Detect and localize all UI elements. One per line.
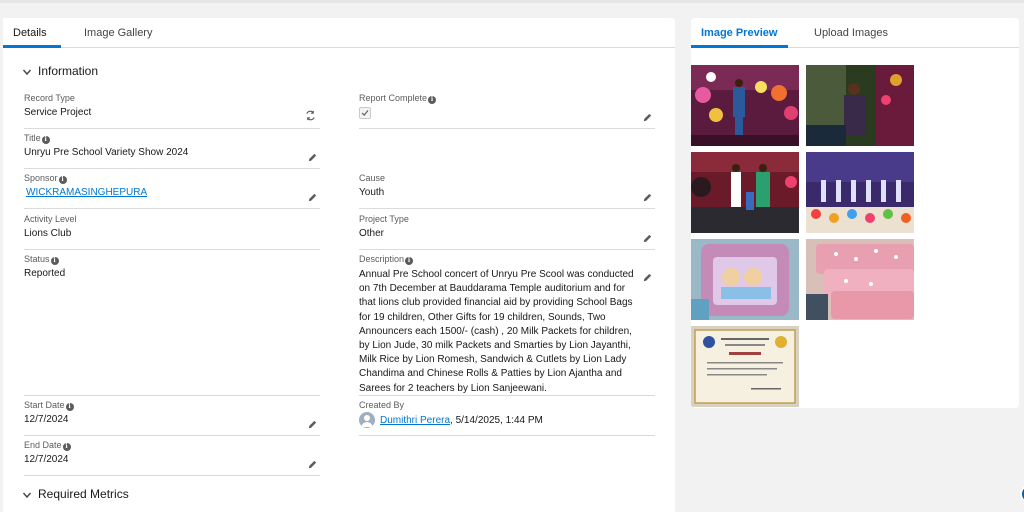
pencil-icon[interactable] bbox=[307, 459, 318, 470]
report-complete-label-text: Report Complete bbox=[359, 93, 428, 103]
field-description: Description i Annual Pre School concert o… bbox=[359, 254, 655, 396]
tab-upload-images[interactable]: Upload Images bbox=[814, 18, 888, 48]
description-value: Annual Pre School concert of Unryu Pre S… bbox=[359, 269, 634, 394]
info-icon[interactable]: i bbox=[58, 176, 67, 184]
end-date-value: 12/7/2024 bbox=[24, 454, 69, 465]
details-card: Details Image Gallery Information Record… bbox=[3, 18, 675, 512]
field-title: Title i Unryu Pre School Variety Show 202… bbox=[24, 133, 320, 169]
tab-image-preview[interactable]: Image Preview bbox=[701, 18, 777, 48]
info-icon[interactable]: i bbox=[65, 403, 74, 411]
info-icon[interactable]: i bbox=[428, 96, 437, 104]
field-sponsor: Sponsor i WICKRAMASINGHEPURA bbox=[24, 173, 320, 209]
project-type-label: Project Type bbox=[359, 214, 409, 224]
pencil-icon[interactable] bbox=[642, 112, 653, 123]
top-strip bbox=[0, 0, 1024, 3]
report-complete-label: Report Complete i bbox=[359, 93, 437, 104]
pencil-icon[interactable] bbox=[307, 152, 318, 163]
created-by-label: Created By bbox=[359, 400, 405, 410]
section-information-header[interactable]: Information bbox=[22, 61, 98, 81]
cause-label: Cause bbox=[359, 173, 386, 183]
description-label-text: Description bbox=[359, 254, 405, 264]
field-cause: Cause Youth bbox=[359, 173, 655, 209]
start-date-label-text: Start Date bbox=[24, 400, 65, 410]
info-icon[interactable]: i bbox=[41, 136, 50, 144]
pencil-icon[interactable] bbox=[307, 192, 318, 203]
image-tabs: Image Preview Upload Images bbox=[691, 18, 1019, 48]
field-record-type: Record Type Service Project bbox=[24, 93, 320, 129]
section-information-title: Information bbox=[38, 64, 99, 78]
status-value: Reported bbox=[24, 268, 66, 279]
field-project-type: Project Type Other bbox=[359, 214, 655, 250]
project-type-value: Other bbox=[359, 228, 385, 239]
field-created-by: Created By Dumithri Perera, 5/14/2025, 1… bbox=[359, 400, 655, 436]
start-date-label: Start Date i bbox=[24, 400, 74, 411]
active-tab-indicator bbox=[691, 45, 788, 48]
created-by-value: Dumithri Perera, 5/14/2025, 1:44 PM bbox=[380, 415, 543, 426]
title-label: Title i bbox=[24, 133, 50, 144]
gallery-thumbnail-stage-gift-giving[interactable] bbox=[691, 152, 799, 233]
pencil-icon[interactable] bbox=[642, 272, 653, 283]
gallery-thumbnail-children-dancing[interactable] bbox=[806, 152, 914, 233]
tab-details[interactable]: Details bbox=[13, 18, 47, 48]
cause-value: Youth bbox=[359, 187, 385, 198]
sponsor-label: Sponsor i bbox=[24, 173, 67, 184]
detail-tabs: Details Image Gallery bbox=[3, 18, 675, 48]
info-icon[interactable]: i bbox=[62, 443, 71, 451]
description-label: Description i bbox=[359, 254, 414, 265]
user-avatar-icon bbox=[359, 412, 375, 428]
chevron-down-icon bbox=[22, 492, 32, 498]
gallery-thumbnail-school-bag[interactable] bbox=[691, 239, 799, 320]
field-report-complete: Report Complete i bbox=[359, 93, 655, 129]
field-status: Status i Reported bbox=[24, 254, 320, 396]
checkmark-icon bbox=[361, 110, 369, 116]
change-record-type-icon[interactable] bbox=[305, 110, 316, 121]
field-start-date: Start Date i 12/7/2024 bbox=[24, 400, 320, 436]
created-by-timestamp: , 5/14/2025, 1:44 PM bbox=[450, 415, 543, 426]
gallery-thumbnail-stage-performer[interactable] bbox=[691, 65, 799, 146]
activity-level-label: Activity Level bbox=[24, 214, 77, 224]
help-button[interactable] bbox=[1020, 484, 1024, 504]
sponsor-label-text: Sponsor bbox=[24, 173, 58, 183]
pencil-icon[interactable] bbox=[307, 419, 318, 430]
section-required-metrics-title: Required Metrics bbox=[38, 487, 129, 501]
end-date-label: End Date i bbox=[24, 440, 71, 451]
pencil-icon[interactable] bbox=[642, 192, 653, 203]
gallery-thumbnail-woman-speaking[interactable] bbox=[806, 65, 914, 146]
status-label-text: Status bbox=[24, 254, 50, 264]
sponsor-link[interactable]: WICKRAMASINGHEPURA bbox=[26, 187, 147, 198]
section-required-metrics-header[interactable]: Required Metrics bbox=[22, 484, 129, 504]
status-label: Status i bbox=[24, 254, 59, 265]
pencil-icon[interactable] bbox=[642, 233, 653, 244]
title-label-text: Title bbox=[24, 133, 41, 143]
chevron-down-icon bbox=[22, 69, 32, 75]
end-date-label-text: End Date bbox=[24, 440, 62, 450]
activity-level-value: Lions Club bbox=[24, 228, 72, 239]
gallery-thumbnail-certificate[interactable] bbox=[691, 326, 799, 407]
info-icon[interactable]: i bbox=[50, 257, 59, 265]
field-activity-level: Activity Level Lions Club bbox=[24, 214, 320, 250]
record-type-label: Record Type bbox=[24, 93, 75, 103]
gallery-thumbnail-pink-bags[interactable] bbox=[806, 239, 914, 320]
report-complete-checkbox[interactable] bbox=[359, 107, 371, 119]
tab-image-gallery[interactable]: Image Gallery bbox=[84, 18, 152, 48]
info-icon[interactable]: i bbox=[405, 257, 414, 265]
image-card: Image Preview Upload Images bbox=[691, 18, 1019, 408]
created-by-user-link[interactable]: Dumithri Perera bbox=[380, 415, 450, 426]
active-tab-indicator bbox=[3, 45, 61, 48]
field-end-date: End Date i 12/7/2024 bbox=[24, 440, 320, 476]
start-date-value: 12/7/2024 bbox=[24, 414, 69, 425]
title-value: Unryu Pre School Variety Show 2024 bbox=[24, 147, 189, 158]
record-type-value: Service Project bbox=[24, 107, 92, 118]
